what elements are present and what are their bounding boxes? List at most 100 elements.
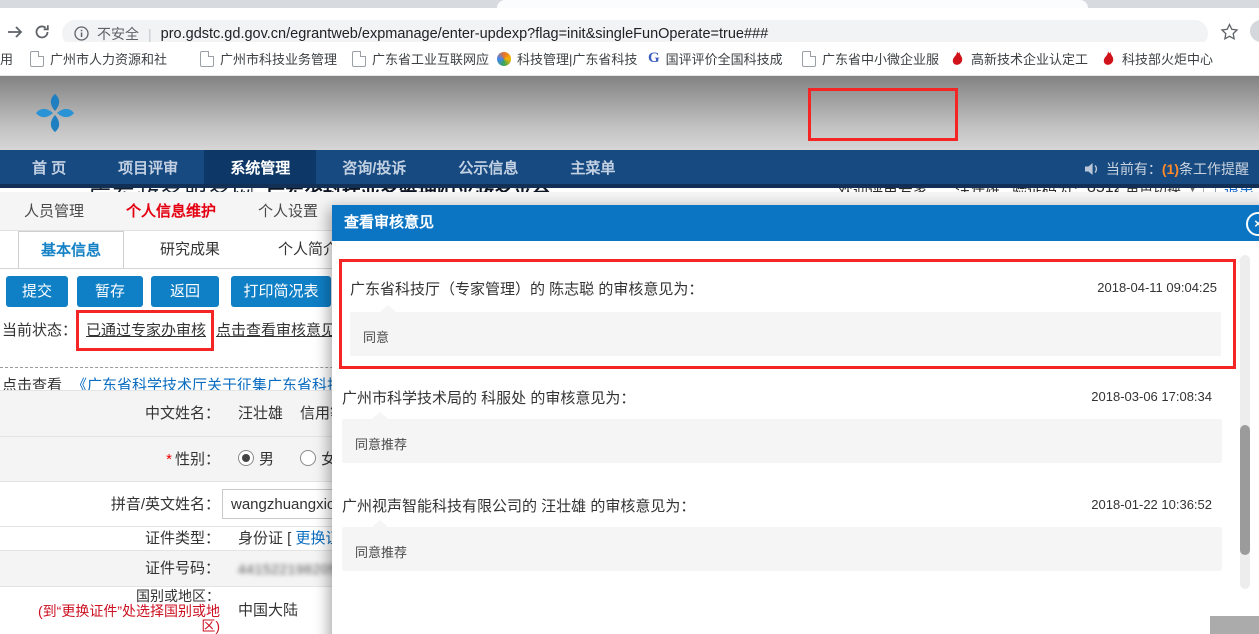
bookmarks-bar: 用 广州市人力资源和社 广州市科技业务管理 广东省工业互联网应 科技管理|广东省… — [0, 42, 1259, 76]
opinion-block: 广州市科学技术局的 科服处 的审核意见为： 2018-03-06 17:08:3… — [342, 387, 1230, 493]
reminder-suffix: 条工作提醒 — [1179, 159, 1249, 179]
bookmark-item[interactable]: 科技部火炬中心 — [1103, 42, 1213, 75]
gender-male-label: 男 — [259, 451, 274, 468]
reminder-count: (1) — [1162, 161, 1179, 177]
opinion-block-highlighted: 广东省科技厅（专家管理）的 陈志聪 的审核意见为： 2018-04-11 09:… — [339, 259, 1236, 369]
speaker-icon — [1084, 162, 1101, 176]
region-note-line2: 区) — [0, 619, 220, 634]
nav-item-main-menu[interactable]: 主菜单 — [544, 150, 641, 184]
browser-tab-strip — [0, 0, 1259, 8]
bookmark-label: 广东省中小微企业服 — [822, 49, 939, 68]
tab-research-results[interactable]: 研究成果 — [160, 231, 220, 269]
nav-item-public-info[interactable]: 公示信息 — [432, 150, 544, 184]
page-icon — [200, 51, 214, 67]
subnav-item-personnel[interactable]: 人员管理 — [24, 192, 84, 230]
reload-icon[interactable] — [34, 24, 51, 40]
opinion-bubble: 同意推荐 — [342, 527, 1222, 571]
work-reminder[interactable]: 当前有：(1)条工作提醒 — [1084, 150, 1249, 188]
modal-scrollbar-thumb[interactable] — [1240, 425, 1250, 555]
site-header: 广东政务服务网 广东省科技业务管理阳光政务平台 欢迎评审专家， 汪壮雄， 验证码… — [0, 76, 1259, 150]
bookmark-item[interactable]: 广东省中小微企业服 — [802, 42, 939, 75]
opinion-body: 同意推荐 — [355, 542, 407, 561]
bookmark-label: 广州市科技业务管理 — [220, 49, 337, 68]
opinion-bubble: 同意 — [350, 312, 1221, 356]
opinion-header: 广州视声智能科技有限公司的 汪壮雄 的审核意见为： — [342, 495, 695, 516]
tab-basic-info[interactable]: 基本信息 — [18, 231, 124, 268]
reminder-prefix: 当前有： — [1106, 159, 1162, 179]
bookmark-label: 用 — [0, 49, 13, 68]
bookmark-label: 广州市人力资源和社 — [50, 49, 167, 68]
page-icon — [352, 51, 366, 67]
opinion-date: 2018-04-11 09:04:25 — [1097, 280, 1217, 295]
g-icon: G — [648, 50, 660, 67]
bookmark-item[interactable]: 广州市人力资源和社 — [30, 42, 167, 75]
portal-logo-icon — [34, 92, 76, 134]
url-text: pro.gdstc.gd.gov.cn/egrantweb/expmanage/… — [161, 26, 769, 42]
browser-active-tab[interactable] — [497, 0, 1088, 8]
submit-button[interactable]: 提交 — [6, 276, 68, 307]
required-asterisk: * — [166, 451, 172, 468]
opinion-block: 广州视声智能科技有限公司的 汪壮雄 的审核意见为： 2018-01-22 10:… — [342, 495, 1230, 601]
bookmark-item[interactable]: G 国评评价全国科技成 — [648, 42, 783, 75]
region-note-line1: (到“更换证件”处选择国别或地 — [0, 604, 220, 619]
main-nav: 首 页 项目评审 系统管理 咨询/投诉 公示信息 主菜单 — [0, 150, 1259, 188]
cert-no-label: 证件号码： — [0, 551, 220, 587]
opinion-date: 2018-03-06 17:08:34 — [1091, 389, 1212, 404]
view-audit-opinion-link[interactable]: 点击查看审核意见 — [216, 319, 336, 340]
pinyin-label: 拼音/英文姓名： — [0, 482, 220, 527]
nav-item-consult[interactable]: 咨询/投诉 — [316, 150, 432, 184]
gender-male-radio[interactable] — [238, 450, 254, 466]
torch-icon — [952, 51, 965, 66]
nav-item-home[interactable]: 首 页 — [6, 150, 92, 184]
bookmark-star-icon[interactable] — [1220, 23, 1239, 42]
bookmark-item[interactable]: 用 — [0, 42, 13, 75]
gender-female-radio[interactable] — [300, 450, 316, 466]
browser-profile-icon[interactable] — [1250, 20, 1259, 42]
save-draft-button[interactable]: 暂存 — [77, 276, 143, 307]
bookmark-label: 科技部火炬中心 — [1122, 49, 1213, 68]
torch-icon — [1103, 51, 1116, 66]
bookmark-label: 高新技术企业认定工 — [971, 49, 1088, 68]
opinion-body: 同意 — [363, 327, 389, 346]
nav-item-project-review[interactable]: 项目评审 — [92, 150, 204, 184]
modal-title: 查看审核意见 — [344, 214, 434, 231]
region-label: 国别或地区： — [0, 589, 220, 604]
forward-icon[interactable] — [6, 24, 24, 40]
modal-body: 广东省科技厅（专家管理）的 陈志聪 的审核意见为： 2018-04-11 09:… — [332, 241, 1259, 634]
tab-personal-profile[interactable]: 个人简介 — [278, 231, 338, 269]
bookmark-item[interactable]: 高新技术企业认定工 — [952, 42, 1088, 75]
page-icon — [30, 51, 44, 67]
security-label: 不安全 — [97, 24, 139, 44]
print-summary-button[interactable]: 打印简况表 — [231, 276, 331, 307]
bookmark-item[interactable]: 广州市科技业务管理 — [200, 42, 337, 75]
opinion-date: 2018-01-22 10:36:52 — [1091, 497, 1212, 512]
name-value: 汪壮雄 — [238, 391, 283, 437]
browser-toolbar: 不安全 | pro.gdstc.gd.gov.cn/egrantweb/expm… — [0, 8, 1259, 42]
pinwheel-icon — [497, 52, 511, 66]
subnav-item-personal-settings[interactable]: 个人设置 — [258, 192, 318, 230]
audit-opinion-modal: 查看审核意见 × 广东省科技厅（专家管理）的 陈志聪 的审核意见为： 2018-… — [332, 205, 1259, 634]
bookmark-item[interactable]: 广东省工业互联网应 — [352, 42, 489, 75]
bookmark-label: 国评评价全国科技成 — [666, 49, 783, 68]
subnav-item-personal-info[interactable]: 个人信息维护 — [126, 192, 216, 230]
gender-label: *性别： — [0, 437, 220, 482]
nav-item-system-management[interactable]: 系统管理 — [204, 150, 316, 184]
opinion-body: 同意推荐 — [355, 434, 407, 453]
region-label-block: 国别或地区： (到“更换证件”处选择国别或地 区) — [0, 589, 220, 634]
opinion-header: 广东省科技厅（专家管理）的 陈志聪 的审核意见为： — [350, 278, 703, 299]
opinion-bubble: 同意推荐 — [342, 419, 1222, 463]
cert-type-label: 证件类型： — [0, 527, 220, 551]
page-icon — [802, 51, 816, 67]
name-label: 中文姓名： — [0, 391, 220, 437]
scrollbar-corner — [1210, 616, 1259, 634]
browser-window: 不安全 | pro.gdstc.gd.gov.cn/egrantweb/expm… — [0, 0, 1259, 634]
info-icon[interactable] — [74, 26, 89, 41]
bookmark-item[interactable]: 科技管理|广东省科技 — [497, 42, 637, 75]
region-value: 中国大陆 — [238, 599, 298, 620]
bookmark-label: 科技管理|广东省科技 — [517, 49, 637, 68]
status-value-link[interactable]: 已通过专家办审核 — [86, 319, 206, 340]
bookmark-label: 广东省工业互联网应 — [372, 49, 489, 68]
close-icon[interactable]: × — [1246, 212, 1259, 236]
back-button[interactable]: 返回 — [151, 276, 219, 307]
modal-title-bar: 查看审核意见 × — [332, 205, 1259, 241]
